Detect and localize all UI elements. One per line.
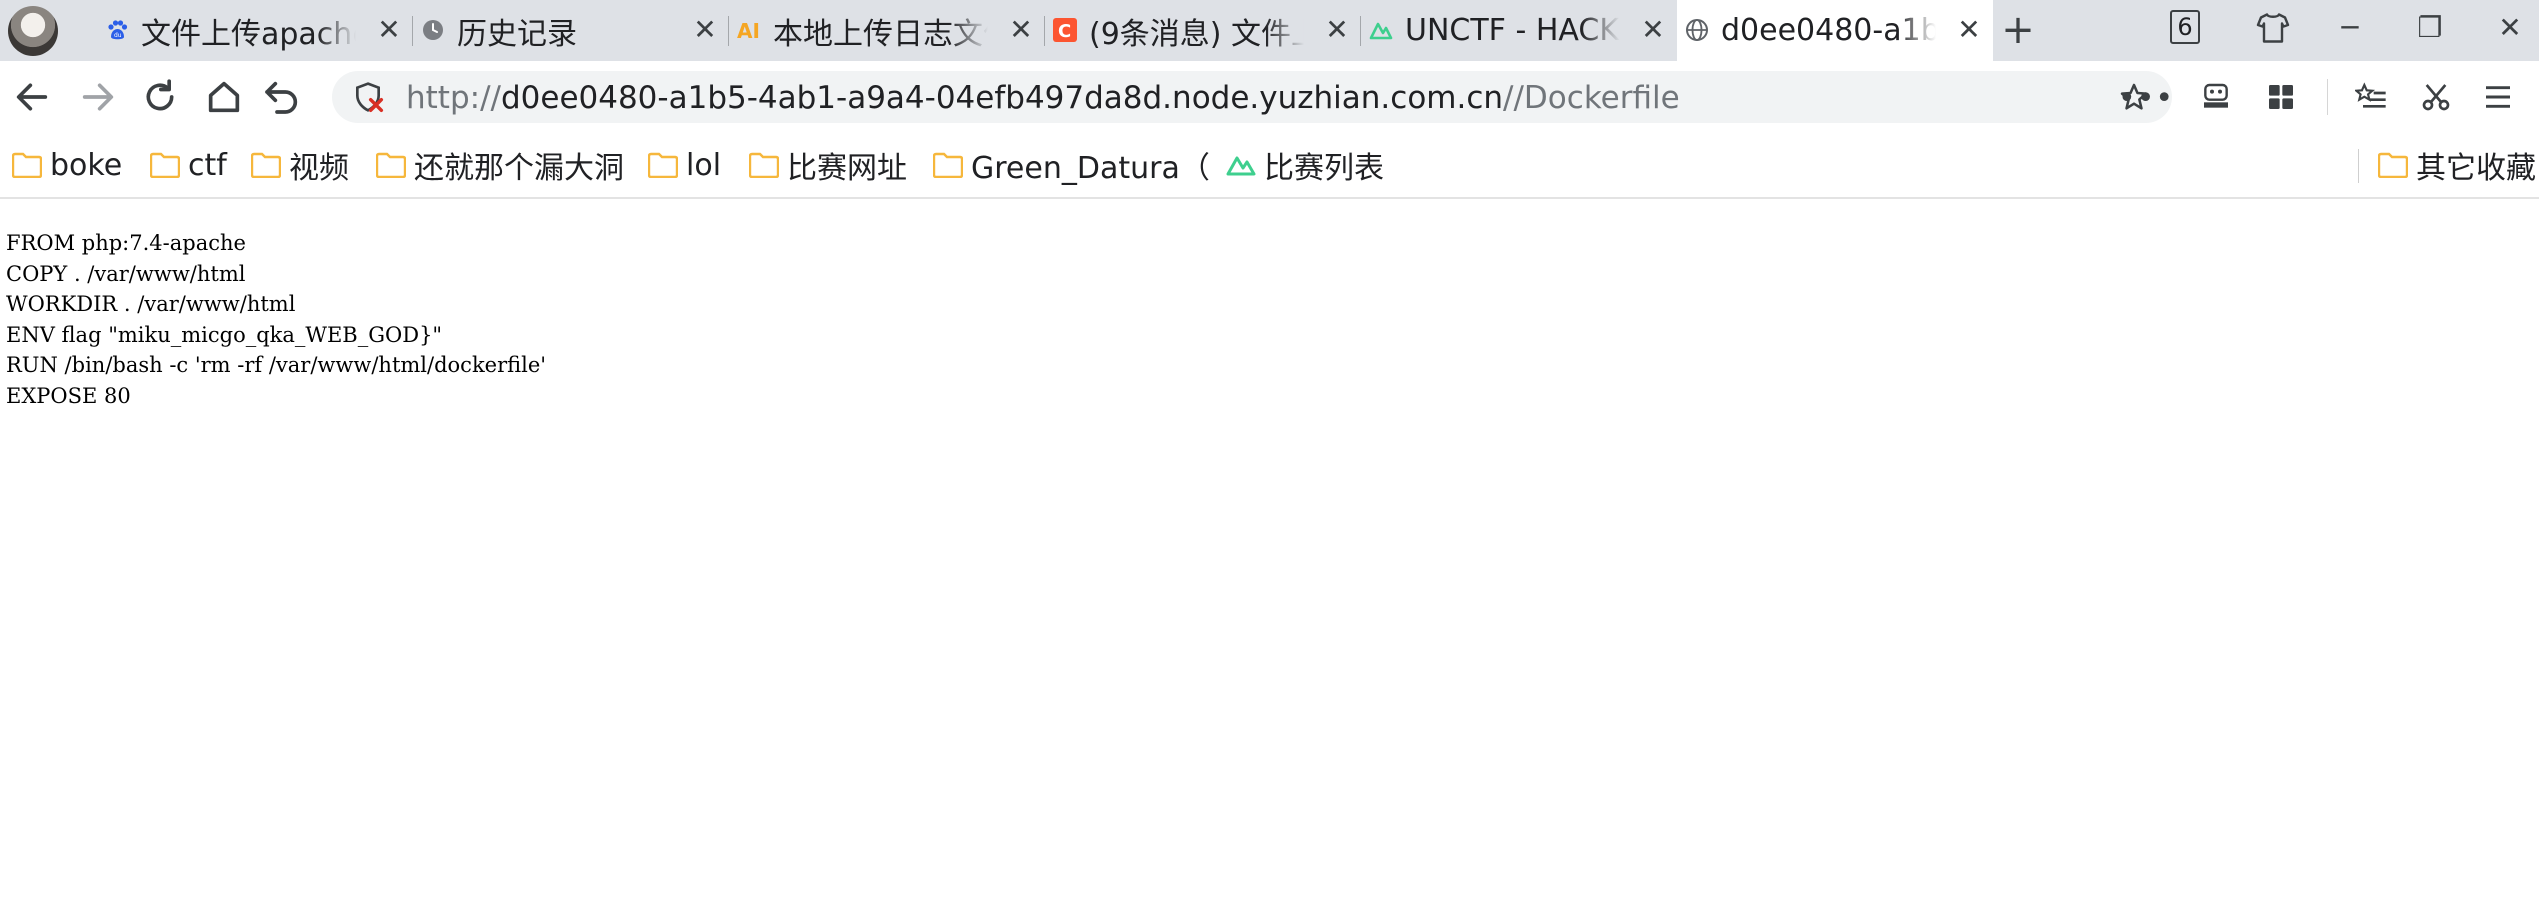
csdn-c-icon: C <box>1053 18 1077 42</box>
bookmarks-bar: boke ctf 视频 还就那个漏大洞 lol 比赛网址 Green_Datur… <box>0 133 2539 199</box>
close-window-button[interactable]: ✕ <box>2490 8 2530 48</box>
folder-icon <box>749 152 779 178</box>
dockerfile-line: RUN /bin/bash -c 'rm -rf /var/www/html/d… <box>6 353 547 377</box>
unctf-logo-icon <box>1369 22 1393 40</box>
folder-icon <box>648 152 678 178</box>
toolbar-divider <box>2327 79 2328 115</box>
close-tab-icon[interactable]: ✕ <box>691 16 719 44</box>
bookmark-label: 视频 <box>289 151 349 186</box>
bookmark-label: 其它收藏 <box>2416 151 2536 186</box>
folder-icon <box>933 152 963 178</box>
reload-icon[interactable] <box>140 77 180 117</box>
bookmark-label: Green_Datura（ <box>971 151 1210 186</box>
tab-title: 历史记录 <box>457 16 577 52</box>
bookmark-label: 比赛网址 <box>787 151 907 186</box>
bookmark-label: 比赛列表 <box>1264 151 1384 186</box>
navigation-toolbar: http://d0ee0480-a1b5-4ab1-a9a4-04efb497d… <box>0 61 2539 133</box>
svg-text:AI: AI <box>737 19 760 42</box>
bookmark-folder-vulns[interactable]: 还就那个漏大洞 <box>376 146 624 186</box>
forward-arrow-icon[interactable] <box>78 77 118 117</box>
profile-avatar[interactable] <box>8 6 58 56</box>
bookmark-label: 还就那个漏大洞 <box>414 151 624 186</box>
menu-hamburger-icon[interactable] <box>2482 81 2514 113</box>
folder-icon <box>150 152 180 178</box>
bookmark-folder-contest-sites[interactable]: 比赛网址 <box>749 146 907 186</box>
bookmark-folder-green-datura[interactable]: Green_Datura（ <box>933 146 1210 186</box>
new-tab-button[interactable]: + <box>1998 10 2038 50</box>
bookmark-folder-boke[interactable]: boke <box>12 146 122 184</box>
dockerfile-line: EXPOSE 80 <box>6 383 131 408</box>
close-tab-icon[interactable]: ✕ <box>1323 16 1351 44</box>
globe-icon <box>1686 19 1708 41</box>
tab-dockerfile-active[interactable]: d0ee0480-a1b5-4a ✕ <box>1677 0 1993 61</box>
url-text[interactable]: http://d0ee0480-a1b5-4ab1-a9a4-04efb497d… <box>406 80 1680 116</box>
history-clock-icon <box>423 20 443 40</box>
close-tab-icon[interactable]: ✕ <box>1639 16 1667 44</box>
insecure-shield-icon[interactable] <box>352 81 384 113</box>
apps-grid-icon[interactable] <box>2265 81 2297 113</box>
restore-button[interactable]: ❐ <box>2410 8 2450 48</box>
address-bar[interactable]: http://d0ee0480-a1b5-4ab1-a9a4-04efb497d… <box>332 71 2172 123</box>
tab-title: d0ee0480-a1b5-4a <box>1721 13 1936 48</box>
tab-file-upload-apache[interactable]: du 文件上传apache ✕ <box>97 0 413 61</box>
tab-history[interactable]: 历史记录 ✕ <box>413 0 729 61</box>
favorites-list-icon[interactable] <box>2355 81 2387 113</box>
folder-icon <box>251 152 281 178</box>
undo-close-icon[interactable] <box>262 77 302 117</box>
screenshot-extension-icon[interactable] <box>2200 81 2232 113</box>
dockerfile-line: COPY . /var/www/html <box>6 261 246 286</box>
folder-icon <box>376 152 406 178</box>
minimize-button[interactable]: ─ <box>2330 8 2370 48</box>
more-actions-icon[interactable]: ••• <box>2118 81 2174 116</box>
bookmarks-separator <box>2358 149 2359 183</box>
folder-icon <box>2378 152 2408 178</box>
dockerfile-line: FROM php:7.4-apache <box>6 231 246 255</box>
home-icon[interactable] <box>204 77 244 117</box>
close-tab-icon[interactable]: ✕ <box>375 16 403 44</box>
svg-text:du: du <box>114 32 122 39</box>
dockerfile-line: ENV flag "miku_micgo_qka_WEB_GOD}" <box>6 322 443 347</box>
tab-strip: du 文件上传apache ✕ 历史记录 ✕ AI 本地上传日志文件 ✕ C (… <box>0 0 2539 61</box>
url-scheme: http:// <box>406 80 501 116</box>
dockerfile-text: FROM php:7.4-apache COPY . /var/www/html W… <box>6 228 546 411</box>
svg-text:C: C <box>1058 21 1071 42</box>
folder-icon <box>12 152 42 178</box>
close-tab-icon[interactable]: ✕ <box>1955 16 1983 44</box>
tab-local-upload-log[interactable]: AI 本地上传日志文件 ✕ <box>729 0 1045 61</box>
bookmark-folder-video[interactable]: 视频 <box>251 146 349 186</box>
bookmark-label: lol <box>686 147 722 183</box>
tab-count-button[interactable]: 6 <box>2170 10 2200 44</box>
scissors-icon[interactable] <box>2420 81 2452 113</box>
bookmark-label: boke <box>50 147 123 183</box>
bookmark-label: ctf <box>188 147 227 183</box>
back-arrow-icon[interactable] <box>12 77 52 117</box>
tab-unctf[interactable]: UNCTF - HACKING ✕ <box>1361 0 1677 61</box>
close-tab-icon[interactable]: ✕ <box>1007 16 1035 44</box>
bookmark-folder-ctf[interactable]: ctf <box>150 146 227 184</box>
skin-shirt-icon[interactable] <box>2255 10 2291 46</box>
url-path: //Dockerfile <box>1503 80 1680 116</box>
tab-csdn-messages[interactable]: C (9条消息) 文件上传 ✕ <box>1045 0 1361 61</box>
bookmark-contest-list[interactable]: 比赛列表 <box>1226 146 1384 186</box>
unctf-logo-icon <box>1226 156 1256 176</box>
bookmark-folder-lol[interactable]: lol <box>648 146 721 184</box>
tab-title: UNCTF - HACKING <box>1405 13 1620 48</box>
url-host: d0ee0480-a1b5-4ab1-a9a4-04efb497da8d.nod… <box>500 80 1504 116</box>
baidu-paw-icon: du <box>108 20 128 40</box>
tab-title: 文件上传apache <box>141 16 356 52</box>
tab-title: (9条消息) 文件上传 <box>1089 16 1304 52</box>
dockerfile-line: WORKDIR . /var/www/html <box>6 292 296 316</box>
tab-title: 本地上传日志文件 <box>773 16 988 52</box>
bookmark-folder-other[interactable]: 其它收藏 <box>2378 146 2536 186</box>
ai-logo-icon: AI <box>737 19 760 42</box>
